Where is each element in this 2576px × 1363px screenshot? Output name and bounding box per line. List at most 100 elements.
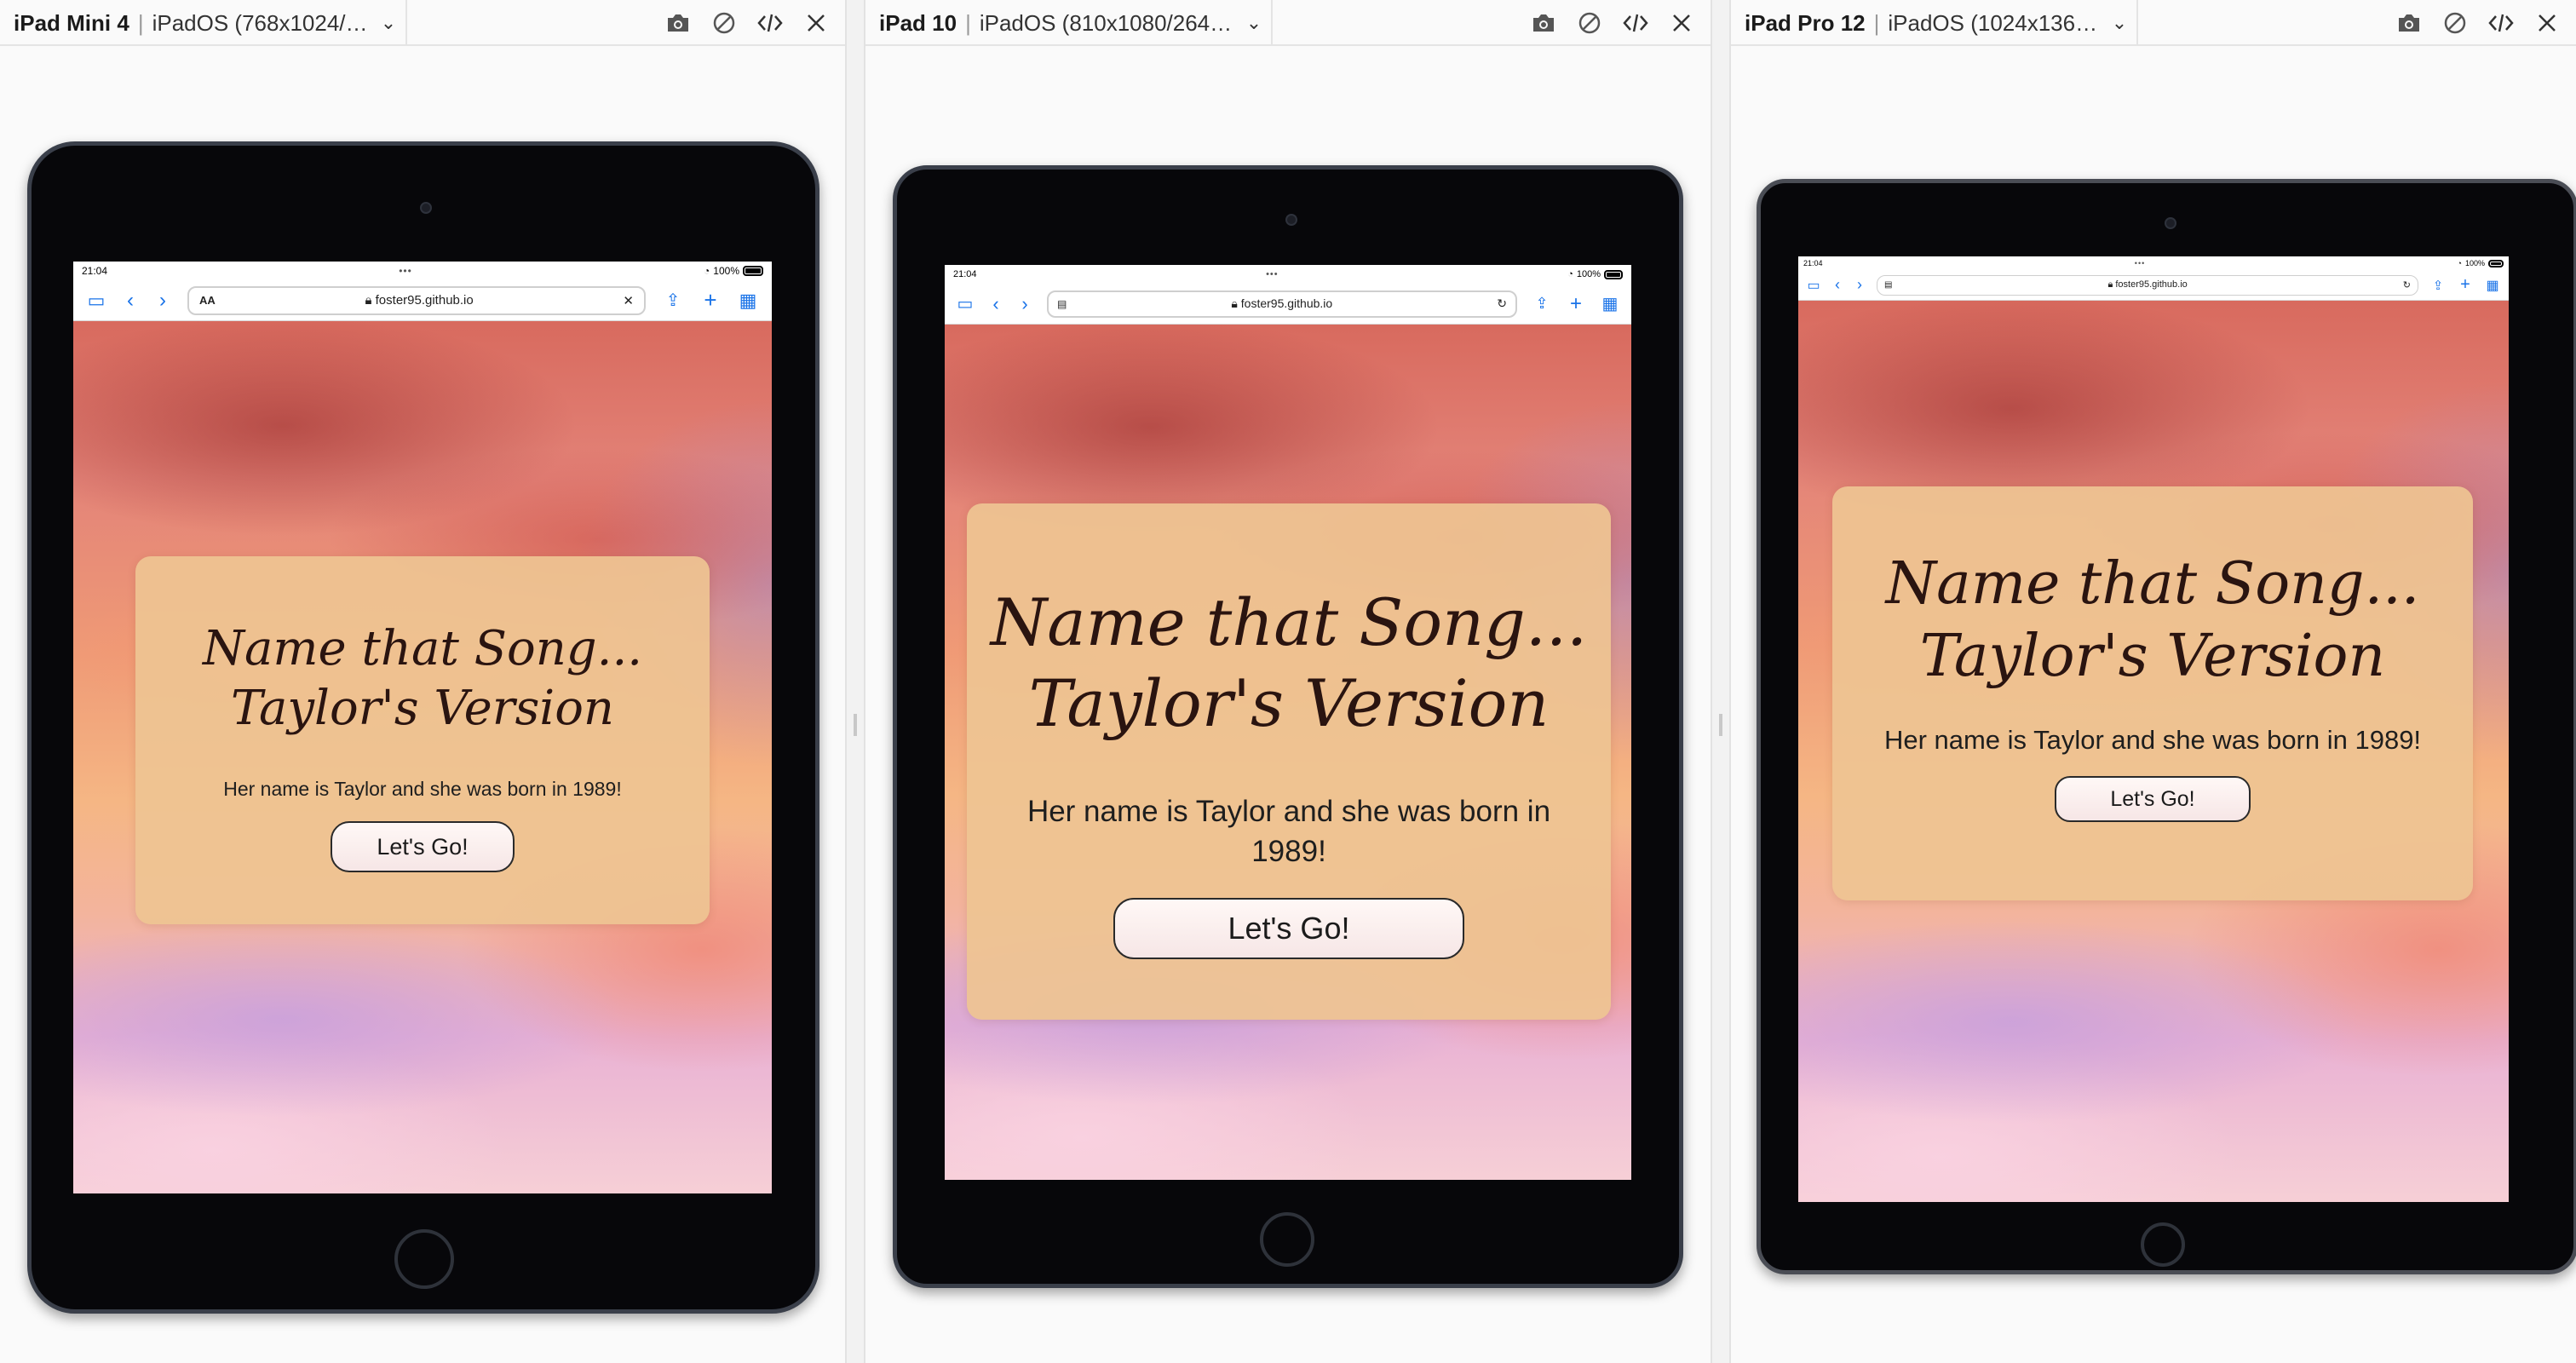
- sidebar-icon[interactable]: ▭: [1802, 277, 1826, 294]
- code-icon[interactable]: [753, 6, 787, 40]
- subtitle: Her name is Taylor and she was born in 1…: [1026, 795, 1551, 869]
- reload-icon[interactable]: ↻: [1497, 296, 1507, 311]
- device-os: iPadOS (810x1080/264ppi): [979, 9, 1237, 36]
- plus-icon[interactable]: +: [693, 287, 727, 313]
- title-line-1: Name that Song...: [1885, 550, 2420, 618]
- wifi-icon: ◔: [2457, 259, 2462, 267]
- lock-icon: 🔒︎: [2107, 279, 2113, 290]
- forward-icon[interactable]: ›: [1849, 276, 1870, 294]
- rotate-icon[interactable]: [2438, 6, 2472, 40]
- device-screen: 21:04 ••• ◔ 100% ▭ ‹ › ▤ 🔒︎ foster95.gith…: [1798, 256, 2509, 1202]
- sidebar-icon[interactable]: ▭: [80, 290, 112, 312]
- address-bar[interactable]: ▤ 🔒︎ foster95.github.io ↻: [1047, 290, 1517, 318]
- camera-icon[interactable]: [2392, 6, 2426, 40]
- welcome-card: Name that Song... Taylor's Version Her n…: [967, 503, 1611, 1020]
- device-selector[interactable]: iPad Mini 4 | iPadOS (768x1024/3... ⌄: [0, 0, 407, 46]
- page-menu-icon[interactable]: ▤: [1057, 298, 1067, 310]
- share-icon[interactable]: ⇪: [1526, 295, 1558, 313]
- panel-resize-divider[interactable]: [845, 0, 865, 1363]
- device-name: iPad Pro 12: [1745, 9, 1866, 36]
- back-icon[interactable]: ‹: [116, 289, 145, 313]
- chevron-down-icon[interactable]: ⌄: [1237, 12, 1271, 34]
- title-line-2: Taylor's Version: [1919, 623, 2386, 690]
- panel-resize-divider[interactable]: [1711, 0, 1731, 1363]
- title-line-1: Name that Song...: [202, 621, 643, 676]
- web-content: Name that Song... Taylor's Version Her n…: [945, 325, 1631, 1180]
- chevron-down-icon[interactable]: ⌄: [2102, 12, 2136, 34]
- close-icon[interactable]: [1665, 6, 1699, 40]
- ipad-frame: 21:04 ••• ◔ 100% ▭ ‹ › ▤ 🔒︎ foster95.gith…: [1757, 179, 2576, 1274]
- status-time: 21:04: [82, 265, 108, 277]
- device-name: iPad 10: [879, 9, 957, 36]
- home-button[interactable]: [2141, 1222, 2185, 1267]
- status-bar: 21:04 ••• ◔ 100%: [73, 262, 772, 280]
- device-os: iPadOS (1024x1366/...: [1888, 9, 2102, 36]
- plus-icon[interactable]: +: [2452, 275, 2478, 295]
- battery-percent: 100%: [1576, 269, 1601, 279]
- lets-go-button[interactable]: Let's Go!: [331, 821, 515, 872]
- home-button[interactable]: [1260, 1212, 1314, 1267]
- battery-icon: [2487, 259, 2504, 267]
- rotate-icon[interactable]: [1573, 6, 1607, 40]
- drag-handle-icon[interactable]: [1719, 714, 1722, 736]
- address-bar[interactable]: AA 🔒︎ foster95.github.io ✕: [187, 285, 646, 315]
- wifi-icon: ◔: [704, 265, 710, 277]
- close-icon[interactable]: [2530, 6, 2564, 40]
- forward-icon[interactable]: ›: [1011, 293, 1038, 315]
- panel-toolbar: iPad Pro 12 | iPadOS (1024x1366/... ⌄: [1731, 0, 2576, 46]
- tabs-icon[interactable]: ▦: [731, 290, 765, 312]
- clear-icon[interactable]: ✕: [623, 293, 634, 308]
- drag-handle-icon[interactable]: [854, 714, 857, 736]
- welcome-card: Name that Song... Taylor's Version Her n…: [135, 556, 710, 924]
- lets-go-button[interactable]: Let's Go!: [2055, 776, 2251, 822]
- separator: |: [137, 9, 144, 36]
- reload-icon[interactable]: ↻: [2403, 279, 2411, 290]
- share-icon[interactable]: ⇪: [2425, 278, 2451, 293]
- tabs-icon[interactable]: ▦: [1594, 293, 1626, 314]
- reader-aa-button[interactable]: AA: [199, 294, 216, 307]
- back-icon[interactable]: ‹: [982, 293, 1009, 315]
- safari-toolbar: ▭ ‹ › AA 🔒︎ foster95.github.io ✕ ⇪ + ▦: [73, 280, 772, 321]
- title-line-2: Taylor's Version: [1028, 665, 1550, 741]
- multitasking-dots[interactable]: •••: [2135, 259, 2145, 267]
- url-text: foster95.github.io: [375, 293, 474, 308]
- lock-icon: 🔒︎: [365, 293, 372, 308]
- device-os: iPadOS (768x1024/3...: [152, 9, 371, 36]
- battery-percent: 100%: [2464, 259, 2485, 267]
- separator: |: [1873, 9, 1880, 36]
- camera-icon[interactable]: [1527, 6, 1561, 40]
- multitasking-dots[interactable]: •••: [1266, 269, 1279, 279]
- home-button[interactable]: [394, 1229, 454, 1289]
- device-panel-ipad-10: iPad 10 | iPadOS (810x1080/264ppi) ⌄ 21:…: [865, 0, 1711, 1363]
- multitasking-dots[interactable]: •••: [399, 265, 412, 277]
- battery-percent: 100%: [713, 265, 739, 277]
- device-selector[interactable]: iPad 10 | iPadOS (810x1080/264ppi) ⌄: [865, 0, 1273, 46]
- plus-icon[interactable]: +: [1560, 292, 1592, 316]
- lets-go-button[interactable]: Let's Go!: [1113, 897, 1464, 959]
- status-time: 21:04: [953, 269, 977, 279]
- code-icon[interactable]: [2484, 6, 2518, 40]
- battery-icon: [1603, 269, 1623, 279]
- rotate-icon[interactable]: [707, 6, 741, 40]
- close-icon[interactable]: [799, 6, 833, 40]
- back-icon[interactable]: ‹: [1827, 276, 1848, 294]
- status-time: 21:04: [1803, 259, 1823, 267]
- ipad-frame: 21:04 ••• ◔ 100% ▭ ‹ › AA 🔒︎ foster95.git…: [27, 141, 819, 1314]
- sidebar-icon[interactable]: ▭: [950, 293, 980, 314]
- device-name: iPad Mini 4: [14, 9, 129, 36]
- device-selector[interactable]: iPad Pro 12 | iPadOS (1024x1366/... ⌄: [1731, 0, 2138, 46]
- code-icon[interactable]: [1619, 6, 1653, 40]
- ipad-frame: 21:04 ••• ◔ 100% ▭ ‹ › ▤ 🔒︎ foster95.gith…: [893, 165, 1683, 1288]
- device-screen: 21:04 ••• ◔ 100% ▭ ‹ › AA 🔒︎ foster95.git…: [73, 262, 772, 1193]
- share-icon[interactable]: ⇪: [656, 290, 690, 311]
- camera-icon[interactable]: [661, 6, 695, 40]
- url-text: foster95.github.io: [2115, 279, 2188, 290]
- title-line-1: Name that Song...: [990, 584, 1588, 660]
- chevron-down-icon[interactable]: ⌄: [371, 12, 405, 34]
- forward-icon[interactable]: ›: [148, 289, 177, 313]
- page-menu-icon[interactable]: ▤: [1884, 280, 1892, 290]
- address-bar[interactable]: ▤ 🔒︎ foster95.github.io ↻: [1877, 274, 2418, 296]
- web-content: Name that Song... Taylor's Version Her n…: [73, 321, 772, 1193]
- tabs-icon[interactable]: ▦: [2480, 277, 2505, 294]
- welcome-card: Name that Song... Taylor's Version Her n…: [1832, 486, 2473, 900]
